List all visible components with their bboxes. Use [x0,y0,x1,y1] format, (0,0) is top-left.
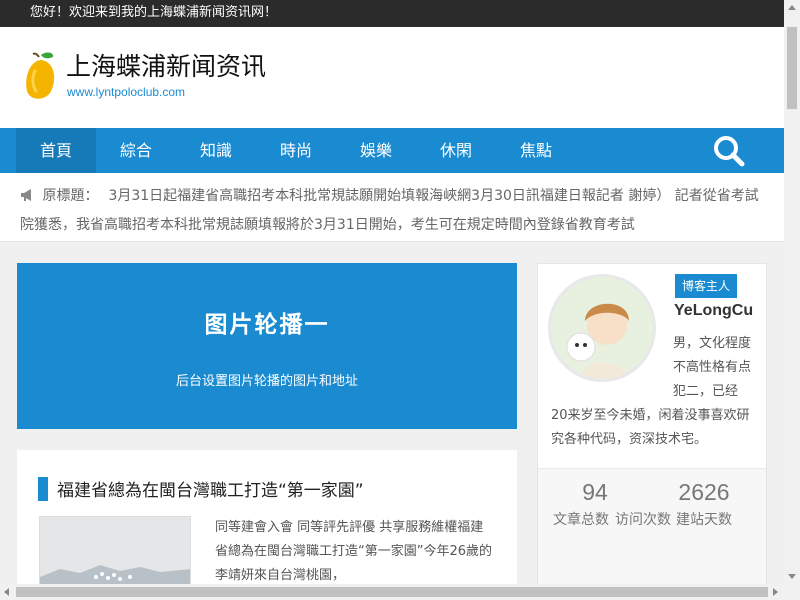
author-bio-part-1: 男，文化程度不高性格有点犯二，已经 [673,336,752,399]
stat-days-label: 建站天数 [676,512,732,528]
main-nav: 首頁 綜合 知識 時尚 娛樂 休閑 焦點 [0,128,784,173]
stat-articles-value: 94 [582,479,608,505]
notice-label: 原標題： [42,188,99,204]
article-title-link[interactable]: 福建省總為在閩台灣職工打造“第一家園” [57,476,364,501]
site-url-link[interactable]: www.lyntpoloclub.com [67,85,185,99]
horizontal-scrollbar-thumb[interactable] [16,587,768,597]
notice-line-1: 原標題： 3月31日起福建省高職招考本科批常規誌願開始填報海峽網3月30日訊福建日… [20,185,759,205]
nav-item-fashion[interactable]: 時尚 [256,128,336,173]
author-bio-part-2: 20来岁至今未婚，闲着没事喜欢研究各种代码，资深技术宅。 [551,408,750,447]
site-title-link[interactable]: 上海蝶浦新闻资讯网 [66,47,268,83]
stat-articles: 94 文章总数 [552,479,610,534]
nav-item-knowledge[interactable]: 知識 [176,128,256,173]
vertical-scrollbar-thumb[interactable] [787,27,797,109]
scroll-down-arrow-icon[interactable] [788,574,796,579]
article-card: 福建省總為在閩台灣職工打造“第一家園” 同等建會入會 同等評先評優 共享服務維權… [17,450,517,600]
nav-item-home[interactable]: 首頁 [16,128,96,173]
carousel-title: 图片轮播一 [204,312,330,338]
avatar[interactable] [548,274,656,382]
image-carousel[interactable]: 图片轮播一 后台设置图片轮播的图片和地址 [17,263,517,429]
horizontal-scrollbar[interactable] [0,584,800,600]
stat-visits: 94 访问次数 [614,479,672,534]
article-excerpt: 同等建會入會 同等評先評優 共享服務維權福建省總為在閩台灣職工打造“第一家園”今… [215,520,493,583]
mango-logo-icon[interactable] [24,51,58,101]
notice-link[interactable]: 3月31日起福建省高職招考本科批常規誌願開始填報海峽網3月30日訊福建日報記者 … [108,188,758,204]
megaphone-icon [21,189,31,201]
top-welcome-bar: 您好！欢迎来到我的上海蝶浦新闻资讯网！ [0,0,784,27]
nav-item-general[interactable]: 綜合 [96,128,176,173]
nav-item-entertainment[interactable]: 娛樂 [336,128,416,173]
stat-visits-label: 访问次数 [615,512,671,528]
blogger-profile-card: 博客主人 YeLongCu 男，文化程度不高性格有点犯二，已经 20来岁至今未婚… [537,263,767,600]
notice-line-2[interactable]: 院獲悉，我省高職招考本科批常規誌願填報將於3月31日開始，考生可在規定時間內登錄… [20,214,635,234]
carousel-subtitle: 后台设置图片轮播的图片和地址 [175,374,358,389]
stat-days: 2626 建站天数 [674,479,734,534]
blog-owner-badge: 博客主人 [675,274,737,298]
avatar-illustration [551,277,653,379]
stat-days-value: 2626 [678,479,730,505]
notice-ticker: 原標題： 3月31日起福建省高職招考本科批常規誌願開始填報海峽網3月30日訊福建日… [0,173,784,242]
scroll-left-arrow-icon[interactable] [4,588,9,596]
search-button[interactable] [696,128,762,173]
scroll-right-arrow-icon[interactable] [773,588,778,596]
scroll-up-arrow-icon[interactable] [788,5,796,10]
stat-articles-label: 文章总数 [553,512,609,528]
site-header: 上海蝶浦新闻资讯网 www.lyntpoloclub.com [0,27,784,128]
nav-item-leisure[interactable]: 休閑 [416,128,496,173]
nav-item-focus[interactable]: 焦點 [496,128,576,173]
search-icon [714,136,745,167]
article-title-marker [38,477,48,501]
vertical-scrollbar[interactable] [784,0,800,584]
welcome-text: 您好！欢迎来到我的上海蝶浦新闻资讯网！ [30,5,278,20]
author-name: YeLongCu [674,302,754,319]
blog-stats: 94 文章总数 94 访问次数 2626 建站天数 [538,468,766,600]
